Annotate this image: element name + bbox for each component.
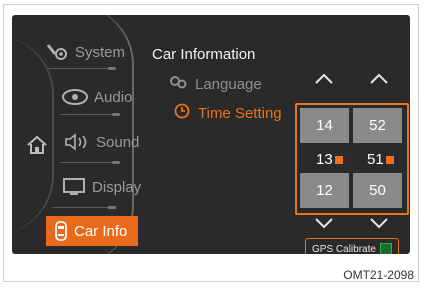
figure-caption: OMT21-2098 (343, 268, 414, 282)
minute-next-cell[interactable]: 50 (353, 173, 402, 208)
divider (60, 162, 120, 163)
hour-next-cell[interactable]: 12 (300, 173, 349, 208)
minute-value: 51 (367, 151, 384, 168)
gps-status-icon (379, 243, 392, 254)
minute-marker-icon (385, 155, 394, 164)
hour-up-chevron-icon[interactable] (314, 72, 334, 90)
minute-up-chevron-icon[interactable] (369, 72, 389, 90)
hour-prev-cell[interactable]: 14 (300, 108, 349, 143)
minute-current: 51 (367, 151, 394, 168)
minute-down-chevron-icon[interactable] (369, 216, 389, 234)
sidebar-item-label: Display (92, 178, 142, 196)
clock-icon (174, 103, 190, 123)
sidebar-item-label: Audio (94, 88, 133, 106)
home-icon[interactable] (26, 135, 48, 155)
menu-item-label: Language (195, 75, 262, 93)
language-icon (169, 75, 187, 93)
hour-current: 13 (316, 151, 343, 168)
infotainment-screen: System Audio Sound Display Car Info Car … (12, 15, 410, 254)
disc-icon (62, 88, 88, 106)
divider-knob (112, 113, 120, 116)
speaker-icon (64, 133, 90, 151)
sidebar-item-car-info[interactable]: Car Info (46, 216, 138, 246)
hour-down-chevron-icon[interactable] (314, 216, 334, 234)
gps-calibrate-label: GPS Calibrate (312, 243, 376, 255)
hour-value: 13 (316, 151, 333, 168)
divider-knob (108, 206, 116, 209)
sidebar-item-display[interactable]: Display (62, 177, 141, 197)
divider-knob (112, 161, 120, 164)
time-picker: 14 52 13 51 12 50 (295, 103, 409, 215)
sidebar-item-label: Car Info (74, 222, 128, 240)
sidebar-item-label: System (75, 43, 126, 61)
monitor-icon (62, 177, 86, 197)
sidebar-item-sound[interactable]: Sound (64, 133, 139, 151)
car-icon (54, 221, 68, 241)
sidebar-item-label: Sound (96, 133, 140, 151)
minute-prev-cell[interactable]: 52 (353, 108, 402, 143)
menu-item-label: Time Setting (198, 104, 282, 122)
menu-item-time-setting[interactable]: Time Setting (174, 103, 282, 123)
wrench-gear-icon (45, 42, 69, 62)
divider (52, 207, 114, 208)
gps-calibrate-button[interactable]: GPS Calibrate (305, 238, 399, 254)
divider-knob (108, 67, 116, 70)
sidebar-item-system[interactable]: System (45, 42, 125, 62)
divider (60, 114, 120, 115)
page-title: Car Information (152, 46, 256, 63)
hour-marker-icon (334, 155, 343, 164)
divider (48, 68, 113, 69)
sidebar-item-audio[interactable]: Audio (62, 88, 132, 106)
menu-item-language[interactable]: Language (169, 75, 262, 93)
